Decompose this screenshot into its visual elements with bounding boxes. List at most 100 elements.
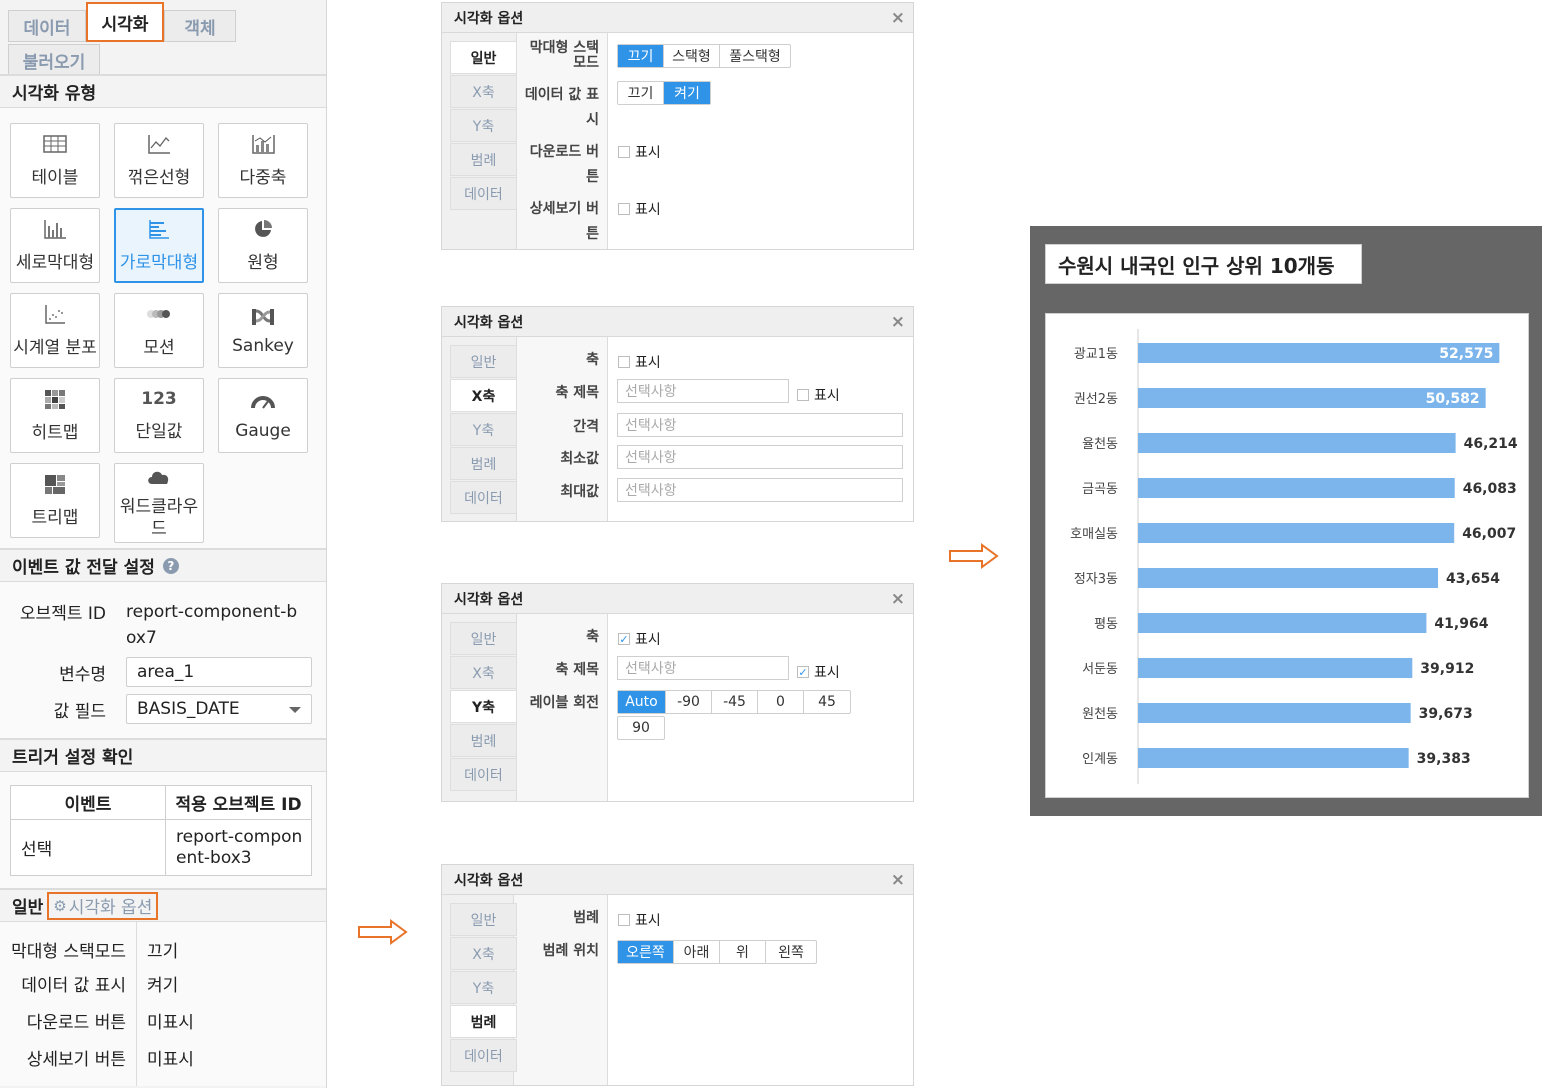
legend-position-segment[interactable]: 오른쪽 아래 위 왼쪽: [617, 940, 817, 964]
stack-off-option[interactable]: 끄기: [618, 45, 664, 67]
data-value-off-option[interactable]: 끄기: [618, 82, 664, 104]
rotate-45-option[interactable]: 45: [804, 691, 850, 713]
event-title: 이벤트 값 전달 설정 ?: [0, 548, 326, 582]
bar[interactable]: [1138, 748, 1409, 768]
stack-option[interactable]: 스택형: [664, 45, 720, 67]
viz-motion-button[interactable]: 모션: [114, 293, 204, 368]
help-icon[interactable]: ?: [162, 557, 179, 574]
tab-xaxis[interactable]: X축: [450, 75, 517, 108]
tab-general[interactable]: 일반: [450, 41, 517, 74]
viz-bar-button[interactable]: 가로막대형: [114, 208, 204, 283]
close-icon[interactable]: ×: [891, 589, 905, 609]
viz-options-link[interactable]: ⚙ 시각화 옵션: [47, 891, 159, 920]
tab-legend[interactable]: 범례: [450, 143, 517, 176]
detail-checkbox[interactable]: 표시: [618, 199, 661, 219]
close-icon[interactable]: ×: [891, 312, 905, 332]
dialog-label-column: 축 축 제목 간격 최소값 최대값: [517, 337, 608, 521]
close-icon[interactable]: ×: [891, 8, 905, 28]
checkbox-box[interactable]: [797, 389, 809, 401]
xaxis-show-checkbox[interactable]: 표시: [618, 352, 661, 372]
bar[interactable]: [1138, 523, 1455, 543]
viz-pie-button[interactable]: 원형: [218, 208, 308, 283]
viz-line-button[interactable]: 꺾은선형: [114, 123, 204, 198]
rotate-minus90-option[interactable]: -90: [666, 691, 712, 713]
var-name-input[interactable]: area_1: [126, 657, 312, 687]
data-value-segment[interactable]: 끄기 켜기: [617, 81, 711, 105]
viz-treemap-button[interactable]: 트리맵: [10, 463, 100, 538]
tab-legend[interactable]: 범례: [450, 447, 517, 480]
tab-yaxis[interactable]: Y축: [450, 690, 517, 723]
tab-general[interactable]: 일반: [450, 622, 517, 655]
xaxis-min-input[interactable]: 선택사항: [617, 445, 903, 469]
bar[interactable]: [1138, 703, 1411, 723]
legend-right-option[interactable]: 오른쪽: [618, 941, 674, 963]
yaxis-title-input[interactable]: 선택사항: [617, 656, 789, 680]
tab-yaxis[interactable]: Y축: [450, 971, 517, 1004]
tab-visualization[interactable]: 시각화: [86, 2, 164, 42]
xaxis-title-show-checkbox[interactable]: 표시: [797, 385, 840, 405]
tab-xaxis[interactable]: X축: [450, 379, 517, 412]
xaxis-interval-input[interactable]: 선택사항: [617, 413, 903, 437]
tab-data[interactable]: 데이터: [450, 1039, 517, 1072]
legend-left-option[interactable]: 왼쪽: [766, 941, 816, 963]
tab-legend[interactable]: 범례: [450, 1005, 517, 1038]
tab-data[interactable]: 데이터: [450, 177, 517, 210]
viz-table-button[interactable]: 테이블: [10, 123, 100, 198]
tab-yaxis[interactable]: Y축: [450, 413, 517, 446]
label-rotate-segment[interactable]: Auto -90 -45 0 45: [617, 690, 851, 714]
checkbox-box[interactable]: [618, 203, 630, 215]
xaxis-max-input[interactable]: 선택사항: [617, 478, 903, 502]
dialog-title: 시각화 옵션 ×: [442, 865, 913, 895]
legend-bottom-option[interactable]: 아래: [674, 941, 720, 963]
checkbox-box[interactable]: ✓: [797, 666, 809, 679]
legend-top-option[interactable]: 위: [720, 941, 766, 963]
rotate-minus45-option[interactable]: -45: [712, 691, 758, 713]
close-icon[interactable]: ×: [891, 870, 905, 890]
value-field-select[interactable]: BASIS_DATE: [126, 694, 312, 724]
bar-chart-icon: [149, 220, 169, 239]
tab-yaxis[interactable]: Y축: [450, 109, 517, 142]
options-dialog-general: 시각화 옵션 × 일반 X축 Y축 범례 데이터 막대형 스택모드 데이터 값 표…: [441, 2, 914, 250]
label-rotate-segment-wrap[interactable]: 90: [617, 716, 665, 740]
viz-wordcloud-button[interactable]: 워드클라우드: [114, 463, 204, 543]
checkbox-box[interactable]: [618, 356, 630, 368]
tab-xaxis[interactable]: X축: [450, 656, 517, 689]
tab-legend[interactable]: 범례: [450, 724, 517, 757]
tab-xaxis[interactable]: X축: [450, 937, 517, 970]
tab-data[interactable]: 데이터: [450, 758, 517, 791]
viz-timeseries-button[interactable]: 시계열 분포: [10, 293, 100, 368]
viz-multiaxis-button[interactable]: 다중축: [218, 123, 308, 198]
bar[interactable]: [1138, 478, 1455, 498]
tab-general[interactable]: 일반: [450, 345, 517, 378]
download-checkbox[interactable]: 표시: [618, 142, 661, 162]
fullstack-option[interactable]: 풀스택형: [720, 45, 790, 67]
checkbox-box[interactable]: [618, 146, 630, 158]
viz-single-value-button[interactable]: 123 단일값: [114, 378, 204, 453]
checkbox-box[interactable]: ✓: [618, 633, 630, 646]
rotate-0-option[interactable]: 0: [758, 691, 804, 713]
yaxis-title-show-checkbox[interactable]: ✓ 표시: [797, 662, 840, 682]
tab-object[interactable]: 객체: [164, 10, 236, 42]
viz-column-button[interactable]: 세로막대형: [10, 208, 100, 283]
data-value-label: 데이터 값 표시: [21, 976, 126, 996]
viz-sankey-button[interactable]: Sankey: [218, 293, 308, 368]
viz-heatmap-button[interactable]: 히트맵: [10, 378, 100, 453]
tab-data[interactable]: 데이터: [8, 10, 86, 42]
xaxis-title-input[interactable]: 선택사항: [617, 379, 789, 403]
legend-show-checkbox[interactable]: 표시: [618, 910, 661, 930]
yaxis-show-checkbox[interactable]: ✓ 표시: [618, 629, 661, 649]
bar[interactable]: [1138, 613, 1427, 633]
options-dialog-xaxis: 시각화 옵션 × 일반 X축 Y축 범례 데이터 축 축 제목 간격 최소값 최대…: [441, 306, 914, 522]
bar[interactable]: [1138, 568, 1439, 588]
data-value-on-option[interactable]: 켜기: [664, 82, 710, 104]
tab-general[interactable]: 일반: [450, 903, 517, 936]
bar[interactable]: [1138, 658, 1413, 678]
stack-mode-segment[interactable]: 끄기 스택형 풀스택형: [617, 44, 791, 68]
rotate-auto-option[interactable]: Auto: [618, 691, 666, 713]
checkbox-box[interactable]: [618, 914, 630, 926]
rotate-90-option[interactable]: 90: [618, 717, 664, 739]
tab-data[interactable]: 데이터: [450, 481, 517, 514]
tab-load[interactable]: 불러오기: [8, 44, 100, 76]
bar[interactable]: [1138, 433, 1456, 453]
viz-gauge-button[interactable]: Gauge: [218, 378, 308, 453]
